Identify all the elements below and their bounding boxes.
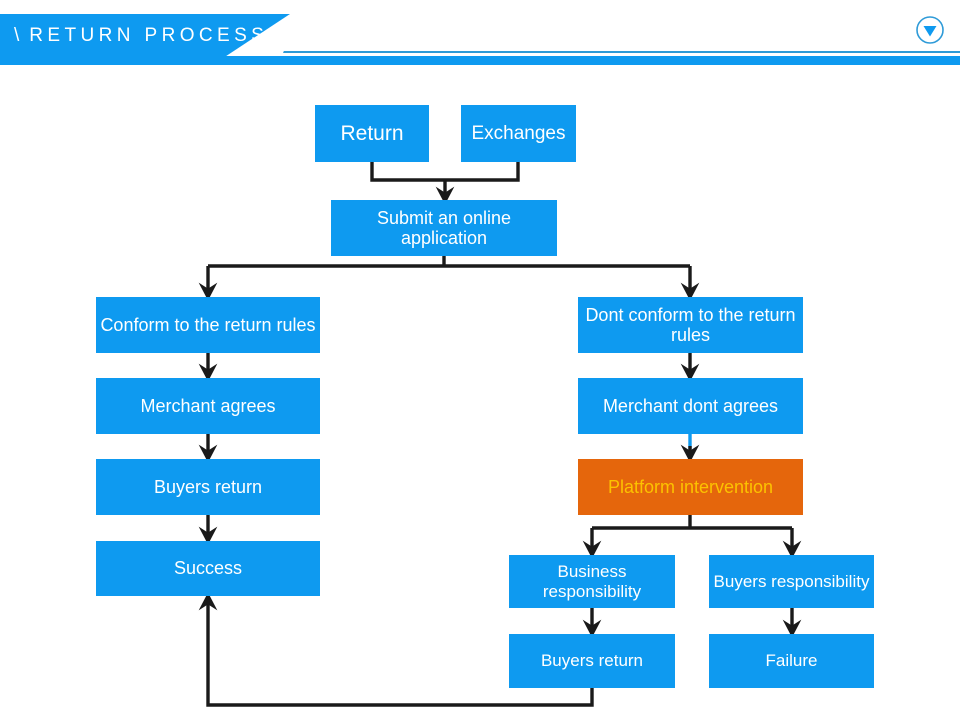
- node-submit-online-application[interactable]: Submit an online application: [331, 200, 557, 256]
- node-return[interactable]: Return: [315, 105, 429, 162]
- edge-platform-split: [592, 515, 792, 530]
- node-success[interactable]: Success: [96, 541, 320, 596]
- node-failure[interactable]: Failure: [709, 634, 874, 688]
- node-label: Conform to the return rules: [100, 314, 316, 335]
- node-platform-intervention[interactable]: Platform intervention: [578, 459, 803, 515]
- node-label: Merchant dont agrees: [602, 395, 779, 416]
- node-merchant-agrees[interactable]: Merchant agrees: [96, 378, 320, 434]
- node-exchanges[interactable]: Exchanges: [461, 105, 576, 162]
- node-dont-conform-to-return-rules[interactable]: Dont conform to the return rules: [578, 297, 803, 353]
- node-conform-to-return-rules[interactable]: Conform to the return rules: [96, 297, 320, 353]
- node-label: Business responsibility: [542, 562, 642, 601]
- edge-submit-split: [208, 256, 690, 268]
- node-label: Buyers return: [540, 651, 644, 671]
- return-process-flowchart: Return Exchanges Submit an online applic…: [0, 0, 960, 725]
- node-buyers-responsibility[interactable]: Buyers responsibility: [709, 555, 874, 608]
- node-label: Buyers return: [153, 476, 263, 497]
- node-label: Platform intervention: [607, 476, 774, 497]
- node-buyers-return-left[interactable]: Buyers return: [96, 459, 320, 515]
- node-label: Submit an online application: [376, 207, 512, 248]
- node-label: Exchanges: [471, 122, 566, 144]
- node-buyers-return-bottom[interactable]: Buyers return: [509, 634, 675, 688]
- node-label: Return: [340, 121, 404, 145]
- node-label: Buyers responsibility: [713, 571, 870, 591]
- node-business-responsibility[interactable]: Business responsibility: [509, 555, 675, 608]
- node-label: Merchant agrees: [140, 395, 276, 416]
- edge-return-to-submit: [370, 162, 520, 182]
- node-merchant-dont-agrees[interactable]: Merchant dont agrees: [578, 378, 803, 434]
- node-label: Failure: [765, 651, 818, 671]
- node-label: Success: [173, 558, 243, 579]
- node-label: Dont conform to the return rules: [585, 304, 796, 345]
